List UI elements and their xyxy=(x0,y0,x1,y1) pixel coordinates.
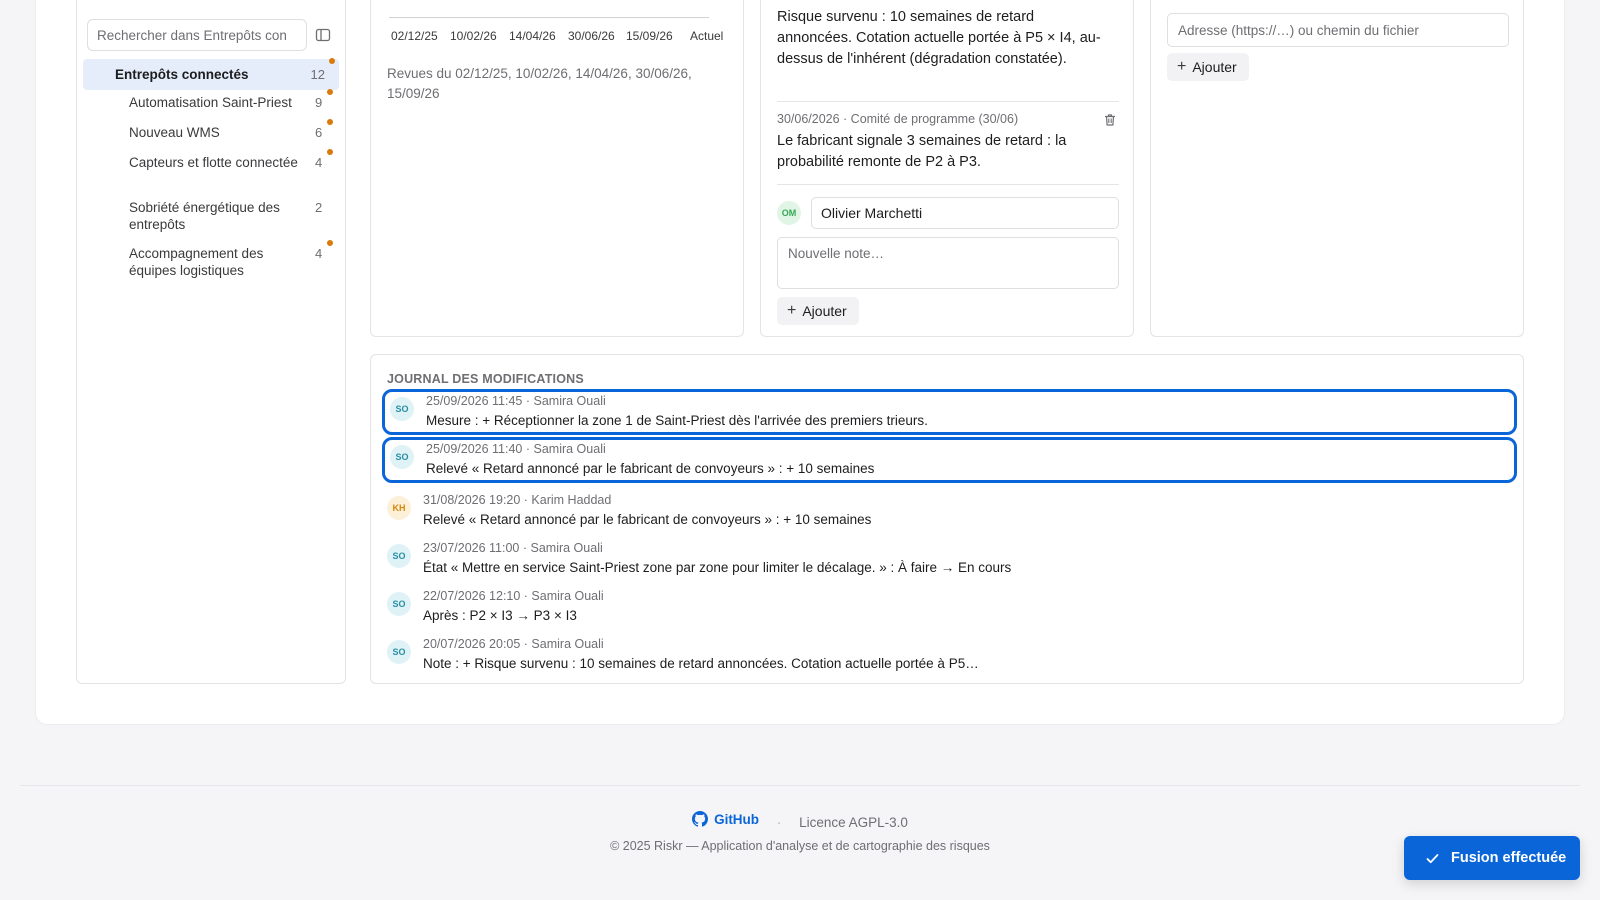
author-input[interactable] xyxy=(811,197,1119,229)
timeline-tick: 10/02/26 xyxy=(450,29,497,43)
journal-entry-meta: 20/07/2026 20:05 · Samira Ouali xyxy=(423,637,604,651)
tree-item-label: Accompagnement des équipes logistiques xyxy=(129,246,264,278)
notes-card: Risque survenu : 10 semaines de retard a… xyxy=(760,0,1134,337)
note-meta: 30/06/2026 · Comité de programme (30/06) xyxy=(777,112,1019,126)
sidebar-search-input[interactable] xyxy=(87,19,307,51)
tree-item-count: 4 xyxy=(315,155,323,170)
journal-entry[interactable]: SO 23/07/2026 11:00 · Samira Ouali État … xyxy=(371,536,1525,582)
tree-item-label: Sobriété énergétique des entrepôts xyxy=(129,200,280,232)
check-icon xyxy=(1426,853,1439,863)
tree-item-count: 4 xyxy=(315,246,323,261)
tree-item-count: 2 xyxy=(315,200,323,215)
journal-entry-message: Relevé « Retard annoncé par le fabricant… xyxy=(423,512,872,527)
footer-divider xyxy=(20,785,1580,786)
journal-entry-meta: 25/09/2026 11:45 · Samira Ouali xyxy=(426,394,606,408)
timeline-tick: 14/04/26 xyxy=(509,29,556,43)
note-text: Le fabricant signale 3 semaines de retar… xyxy=(777,133,1067,170)
journal-card: JOURNAL DES MODIFICATIONS SO 25/09/2026 … xyxy=(370,354,1524,684)
note-text: Risque survenu : 10 semaines de retard a… xyxy=(777,9,1101,67)
footer-separator: · xyxy=(776,815,782,830)
timeline-card: 02/12/25 10/02/26 14/04/26 30/06/26 15/0… xyxy=(370,0,744,337)
journal-entry[interactable]: SO 22/07/2026 12:10 · Samira Ouali Après… xyxy=(371,584,1525,630)
journal-entry-meta: 22/07/2026 12:10 · Samira Ouali xyxy=(423,589,604,603)
avatar: OM xyxy=(777,201,801,225)
status-dot xyxy=(327,240,333,246)
timeline-tick: 15/09/26 xyxy=(626,29,673,43)
toast-notification[interactable]: Fusion effectuée xyxy=(1404,836,1580,880)
plus-icon: + xyxy=(787,302,797,319)
journal-entry-message: Après : P2 × I3 → P3 × I3 xyxy=(423,608,577,623)
trash-icon[interactable] xyxy=(1103,113,1117,127)
timeline-tick: 30/06/26 xyxy=(568,29,615,43)
tree-item-entrepots-connectes[interactable]: Entrepôts connectés 12 xyxy=(83,58,339,90)
avatar: KH xyxy=(387,496,411,520)
timeline-tick: 02/12/25 xyxy=(391,29,438,43)
timeline-axis xyxy=(389,17,709,18)
add-link-button[interactable]: + Ajouter xyxy=(1167,53,1249,81)
status-dot xyxy=(329,58,335,64)
status-dot xyxy=(327,149,333,155)
journal-entry-meta: 31/08/2026 19:20 · Karim Haddad xyxy=(423,493,612,507)
footer-links: GitHub · Licence AGPL-3.0 xyxy=(0,811,1600,830)
toast-label: Fusion effectuée xyxy=(1451,850,1567,866)
journal-title: JOURNAL DES MODIFICATIONS xyxy=(387,372,584,386)
journal-entry[interactable]: SO 25/09/2026 11:45 · Samira Ouali Mesur… xyxy=(382,389,1517,435)
plus-icon: + xyxy=(1177,58,1187,75)
avatar: SO xyxy=(390,397,414,421)
licence-text: Licence AGPL-3.0 xyxy=(799,815,908,830)
timeline-tick: Actuel xyxy=(690,29,724,43)
url-input[interactable] xyxy=(1167,13,1509,47)
journal-entry-message: Relevé « Retard annoncé par le fabricant… xyxy=(426,461,875,476)
tree-item-count: 12 xyxy=(310,67,325,82)
journal-entry[interactable]: KH 31/08/2026 19:20 · Karim Haddad Relev… xyxy=(371,488,1525,534)
tree-item-count: 6 xyxy=(315,125,323,140)
journal-entry-meta: 23/07/2026 11:00 · Samira Ouali xyxy=(423,541,603,555)
new-note-textarea[interactable] xyxy=(777,237,1119,289)
github-link[interactable]: GitHub xyxy=(692,811,759,827)
avatar: SO xyxy=(387,592,411,616)
tree-item-label: Capteurs et flotte connectée xyxy=(129,155,298,170)
tree-item-label: Nouveau WMS xyxy=(129,125,220,140)
github-icon xyxy=(692,811,709,827)
panel-toggle-icon[interactable] xyxy=(315,27,331,43)
avatar: SO xyxy=(390,445,414,469)
status-dot xyxy=(327,89,333,95)
tree-item-label: Entrepôts connectés xyxy=(115,67,249,82)
timeline-caption: Revues du 02/12/25, 10/02/26, 14/04/26, … xyxy=(387,66,692,101)
tree-item-label: Automatisation Saint-Priest xyxy=(129,95,292,110)
journal-entry[interactable]: SO 25/09/2026 11:40 · Samira Ouali Relev… xyxy=(382,437,1517,483)
add-note-label: Ajouter xyxy=(802,303,847,319)
divider xyxy=(777,101,1119,102)
copyright: © 2025 Riskr — Application d'analyse et … xyxy=(610,839,990,853)
journal-entry-message: État « Mettre en service Saint-Priest zo… xyxy=(423,560,1012,575)
add-link-label: Ajouter xyxy=(1192,59,1237,75)
links-card: + Ajouter xyxy=(1150,0,1524,337)
journal-entry-message: Note : + Risque survenu : 10 semaines de… xyxy=(423,656,979,671)
tree-item-count: 9 xyxy=(315,95,323,110)
avatar: SO xyxy=(387,640,411,664)
github-label: GitHub xyxy=(714,811,760,827)
add-note-button[interactable]: + Ajouter xyxy=(777,297,859,325)
journal-entry[interactable]: SO 20/07/2026 20:05 · Samira Ouali Note … xyxy=(371,632,1525,678)
status-dot xyxy=(327,119,333,125)
sidebar: Entrepôts connectés 12 Automatisation Sa… xyxy=(76,0,346,684)
journal-entry-meta: 25/09/2026 11:40 · Samira Ouali xyxy=(426,442,606,456)
journal-entry-message: Mesure : + Réceptionner la zone 1 de Sai… xyxy=(426,413,928,428)
avatar: SO xyxy=(387,544,411,568)
divider xyxy=(777,184,1119,185)
